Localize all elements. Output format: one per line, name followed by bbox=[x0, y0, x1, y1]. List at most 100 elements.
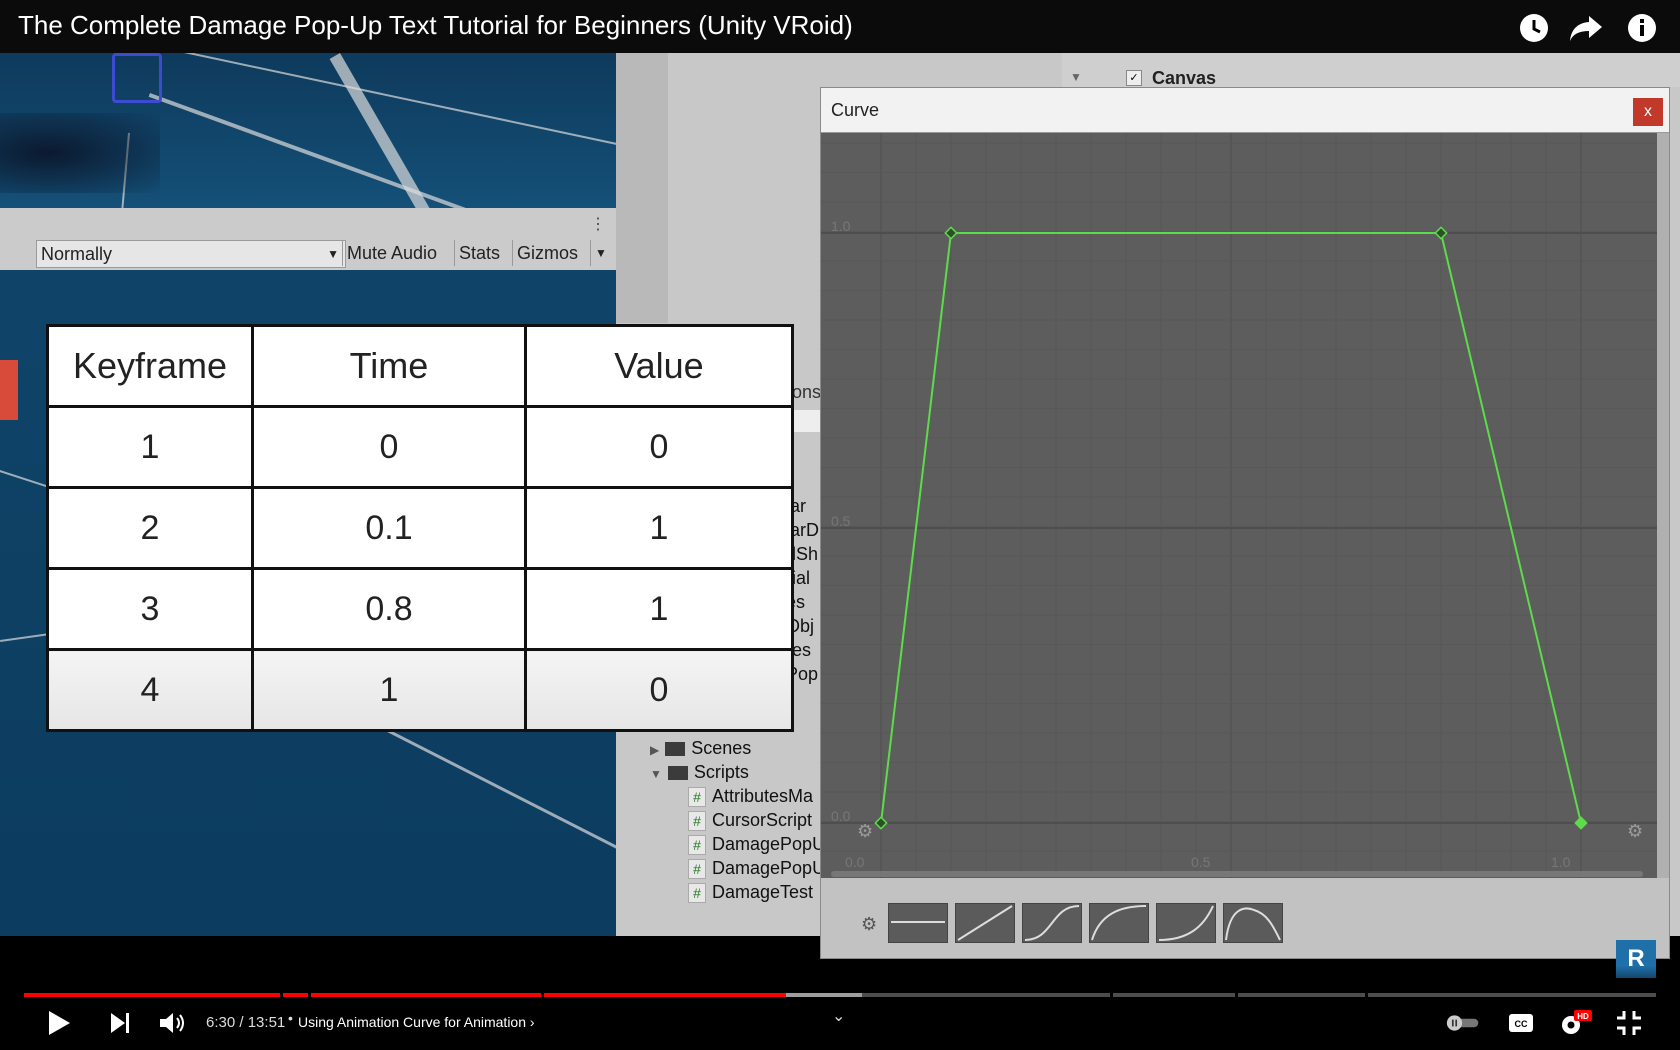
x-tick-label: 0.5 bbox=[1191, 854, 1211, 870]
dropdown-arrow-icon: ▼ bbox=[327, 247, 339, 261]
autoplay-toggle-icon[interactable] bbox=[1446, 1006, 1480, 1040]
table-row: 1 0 0 bbox=[46, 405, 794, 489]
cell: 2 bbox=[46, 486, 254, 570]
preset-ease-in[interactable] bbox=[1156, 903, 1216, 943]
y-tick-label: 0.0 bbox=[831, 808, 851, 824]
header-keyframe: Keyframe bbox=[46, 324, 254, 408]
watch-later-icon[interactable] bbox=[1514, 8, 1554, 48]
preset-constant[interactable] bbox=[888, 903, 948, 943]
project-item-partial[interactable]: arD bbox=[790, 520, 819, 541]
exit-fullscreen-icon[interactable] bbox=[1612, 1006, 1646, 1040]
preset-settings-gear-icon[interactable]: ⚙ bbox=[861, 914, 877, 935]
folder-scripts[interactable]: ▼ Scripts bbox=[650, 762, 749, 783]
curve-window-header[interactable] bbox=[821, 88, 1669, 133]
close-button[interactable]: x bbox=[1633, 98, 1663, 126]
preset-linear[interactable] bbox=[955, 903, 1015, 943]
video-title[interactable]: The Complete Damage Pop-Up Text Tutorial… bbox=[18, 10, 853, 41]
header-time: Time bbox=[251, 324, 527, 408]
shadow-shape bbox=[0, 113, 160, 193]
cell: 0.8 bbox=[251, 567, 527, 651]
chapter-marker bbox=[308, 993, 311, 997]
svg-text:CC: CC bbox=[1515, 1019, 1528, 1029]
character-arm bbox=[0, 360, 18, 420]
chapter-marker bbox=[1110, 993, 1113, 997]
keyframe-point[interactable] bbox=[944, 226, 958, 240]
keyframe-point[interactable] bbox=[1574, 816, 1588, 830]
scene-view[interactable] bbox=[0, 53, 616, 208]
search-field-partial[interactable] bbox=[794, 410, 820, 432]
vertical-scrollbar[interactable] bbox=[1657, 133, 1669, 878]
cell: 0 bbox=[251, 405, 527, 489]
cell: 4 bbox=[46, 648, 254, 732]
cell: 0.1 bbox=[251, 486, 527, 570]
progress-played bbox=[24, 993, 786, 997]
chevron-down-icon[interactable]: ⌄ bbox=[832, 1006, 845, 1026]
mute-audio-button[interactable]: Mute Audio bbox=[342, 240, 441, 266]
script-icon: # bbox=[688, 811, 706, 831]
wrap-mode-gear-icon[interactable]: ⚙ bbox=[857, 821, 873, 841]
y-tick-label: 1.0 bbox=[831, 218, 851, 234]
info-icon[interactable] bbox=[1622, 8, 1662, 48]
script-icon: # bbox=[688, 787, 706, 807]
chapter-marker bbox=[541, 993, 544, 997]
volume-icon[interactable] bbox=[156, 1006, 190, 1040]
cell: 3 bbox=[46, 567, 254, 651]
cell: 1 bbox=[524, 567, 794, 651]
time-display: 6:30 / 13:51 bbox=[206, 1014, 286, 1031]
preset-ease-out[interactable] bbox=[1089, 903, 1149, 943]
curve-window-title: Curve bbox=[831, 100, 880, 120]
script-file[interactable]: # DamagePopU bbox=[688, 834, 825, 855]
settings-gear-icon[interactable]: HD bbox=[1558, 1006, 1592, 1040]
chapter-marker bbox=[280, 993, 283, 997]
curve-chart[interactable]: 1.0 0.5 0.0 0.0 0.5 1.0 ⚙ ⚙ bbox=[821, 133, 1657, 878]
chapter-title[interactable]: Using Animation Curve for Animation › bbox=[298, 1014, 535, 1030]
table-row: 3 0.8 1 bbox=[46, 567, 794, 651]
next-icon[interactable] bbox=[103, 1006, 137, 1040]
keyframe-point[interactable] bbox=[1434, 226, 1448, 240]
wrap-mode-gear-icon[interactable]: ⚙ bbox=[1627, 821, 1643, 841]
more-options-icon[interactable]: ⋮ bbox=[590, 214, 606, 234]
canvas-label: Canvas bbox=[1152, 68, 1217, 88]
header-value: Value bbox=[524, 324, 794, 408]
vsync-dropdown[interactable]: Normally ▼ bbox=[36, 240, 346, 268]
script-file[interactable]: # DamagePopU bbox=[688, 858, 825, 879]
folder-icon bbox=[665, 742, 686, 757]
gizmos-button[interactable]: Gizmos bbox=[512, 240, 582, 266]
cell: 1 bbox=[524, 486, 794, 570]
script-icon: # bbox=[688, 835, 706, 855]
stats-button[interactable]: Stats bbox=[454, 240, 504, 266]
x-tick-label: 0.0 bbox=[845, 854, 865, 870]
svg-text:HD: HD bbox=[1577, 1012, 1589, 1021]
collapse-arrow-icon: ▼ bbox=[650, 767, 662, 781]
x-tick-label: 1.0 bbox=[1551, 854, 1571, 870]
preset-ease-in-out[interactable] bbox=[1022, 903, 1082, 943]
chapter-marker bbox=[1235, 993, 1238, 997]
script-icon: # bbox=[688, 883, 706, 903]
table-row: 2 0.1 1 bbox=[46, 486, 794, 570]
curve-editor-area[interactable]: 1.0 0.5 0.0 0.0 0.5 1.0 ⚙ ⚙ bbox=[821, 133, 1657, 878]
script-file[interactable]: # DamageTest bbox=[688, 882, 813, 903]
keyframe-table: Keyframe Time Value 1 0 0 2 0.1 1 3 0.8 … bbox=[46, 324, 794, 732]
checkbox-icon[interactable]: ✓ bbox=[1126, 70, 1142, 86]
script-file[interactable]: # CursorScript bbox=[688, 810, 812, 831]
folder-scenes[interactable]: ▶ Scenes bbox=[650, 738, 751, 759]
horizontal-scrollbar[interactable] bbox=[831, 871, 1643, 877]
table-row: 4 1 0 bbox=[46, 648, 794, 732]
cell: 1 bbox=[46, 405, 254, 489]
script-file[interactable]: # AttributesMa bbox=[688, 786, 813, 807]
gizmos-dropdown-icon[interactable]: ▼ bbox=[590, 240, 611, 266]
share-icon[interactable] bbox=[1566, 8, 1606, 48]
cell: 0 bbox=[524, 648, 794, 732]
keyframe-point[interactable] bbox=[874, 816, 888, 830]
preset-bell[interactable] bbox=[1223, 903, 1283, 943]
curve-window[interactable]: Curve x 1.0 0.5 0.0 0.0 0.5 1.0 ⚙ ⚙ ⚙ bbox=[820, 87, 1670, 959]
chevron-right-icon: › bbox=[529, 1014, 535, 1030]
character-foot bbox=[112, 53, 162, 103]
play-icon[interactable] bbox=[42, 1006, 76, 1040]
separator-dot: • bbox=[288, 1010, 293, 1026]
folder-open-icon bbox=[667, 766, 688, 781]
subtitles-icon[interactable]: CC bbox=[1504, 1006, 1538, 1040]
project-tab-partial[interactable]: ons bbox=[792, 382, 821, 403]
cell: 1 bbox=[251, 648, 527, 732]
foldout-arrow-icon[interactable]: ▼ bbox=[1070, 70, 1084, 84]
